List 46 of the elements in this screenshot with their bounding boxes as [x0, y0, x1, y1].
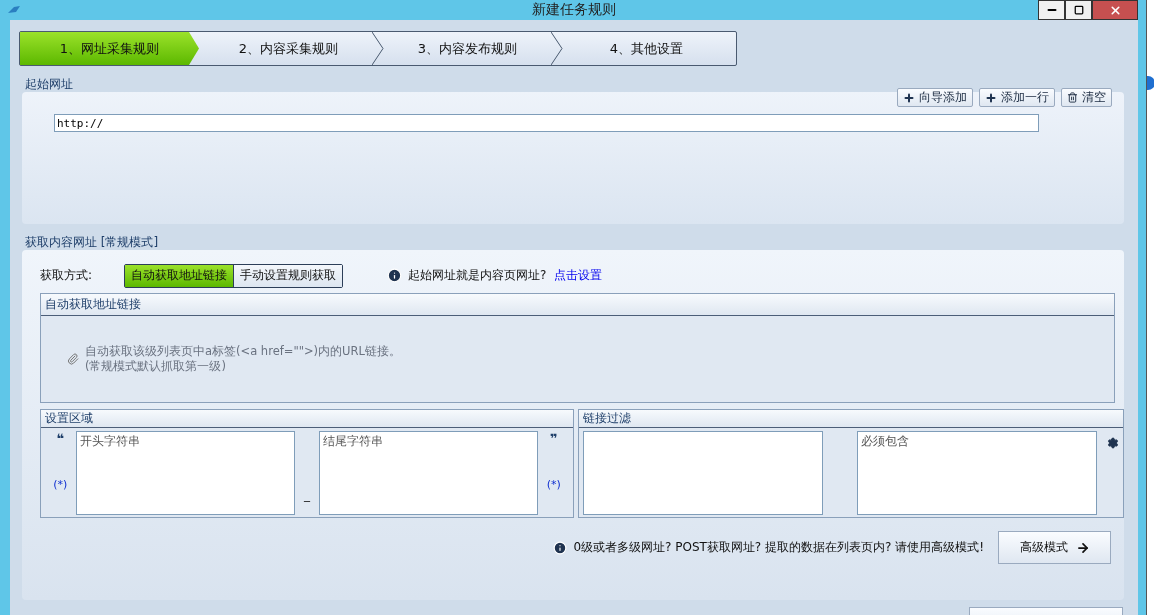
section-title: 起始网址 [25, 76, 74, 91]
wildcard-label: (*) [53, 478, 68, 491]
trash-icon [1067, 92, 1078, 103]
advanced-mode-button[interactable]: 高级模式 [998, 531, 1111, 564]
plus-icon [903, 91, 915, 104]
advanced-hint: 0级或者多级网址? POST获取网址? 提取的数据在列表页内? 请使用高级模式! [573, 539, 984, 556]
quote-mark: ❝ [56, 431, 65, 446]
add-button[interactable]: 向导添加 [897, 88, 973, 107]
minimize-button[interactable] [1038, 0, 1065, 20]
end-string-field[interactable]: 结尾字符串 [319, 431, 539, 515]
description-text: (常规模式默认抓取第一级) [85, 359, 227, 374]
separator-text: _ [303, 487, 311, 504]
paperclip-icon [67, 353, 79, 365]
method-label: 获取方式: [40, 267, 93, 284]
plus-icon [985, 91, 997, 104]
section-title: 获取内容网址 [常规模式] [25, 234, 160, 249]
panel-title: 自动获取地址链接 [45, 296, 141, 313]
step-tab[interactable]: 3、内容发布规则 [378, 32, 557, 65]
info-icon [387, 268, 403, 283]
add-button[interactable]: 添加一行 [979, 88, 1055, 107]
method-option[interactable]: 手动设置规则获取 [233, 264, 343, 287]
url-input[interactable]: http:// [54, 114, 1039, 132]
window-title: 新建任务规则 [531, 1, 617, 19]
clear-button[interactable]: 清空 [1061, 88, 1112, 107]
app-icon [8, 6, 20, 14]
wildcard-label: (*) [546, 478, 561, 491]
step-tab[interactable]: 4、其他设置 [557, 32, 736, 65]
panel-title: 链接过滤 [583, 410, 631, 427]
close-button[interactable] [1092, 0, 1138, 20]
quote-mark: ❞ [549, 431, 558, 446]
close-icon [1108, 3, 1122, 17]
exclude-field[interactable] [583, 431, 823, 515]
settings-link[interactable]: 点击设置 [554, 267, 603, 284]
step-tab[interactable]: 2、内容采集规则 [199, 32, 378, 65]
settings-icon[interactable] [1107, 437, 1119, 449]
start-string-field[interactable]: 开头字符串 [75, 431, 295, 515]
panel-title: 设置区域 [45, 410, 93, 427]
maximize-icon [1073, 5, 1084, 15]
help-icon [1147, 76, 1154, 90]
maximize-button[interactable] [1065, 0, 1092, 20]
hint-text: 起始网址就是内容页网址? [408, 267, 547, 284]
method-option[interactable]: 自动获取地址链接 [125, 264, 234, 287]
info-icon [553, 540, 568, 555]
step-tab[interactable]: 1、网址采集规则 [20, 32, 199, 65]
description-text: 自动获取该级列表页中a标签(<a href="">)内的URL链接。 [85, 344, 401, 359]
must-contain-field[interactable]: 必须包含 [857, 431, 1097, 515]
